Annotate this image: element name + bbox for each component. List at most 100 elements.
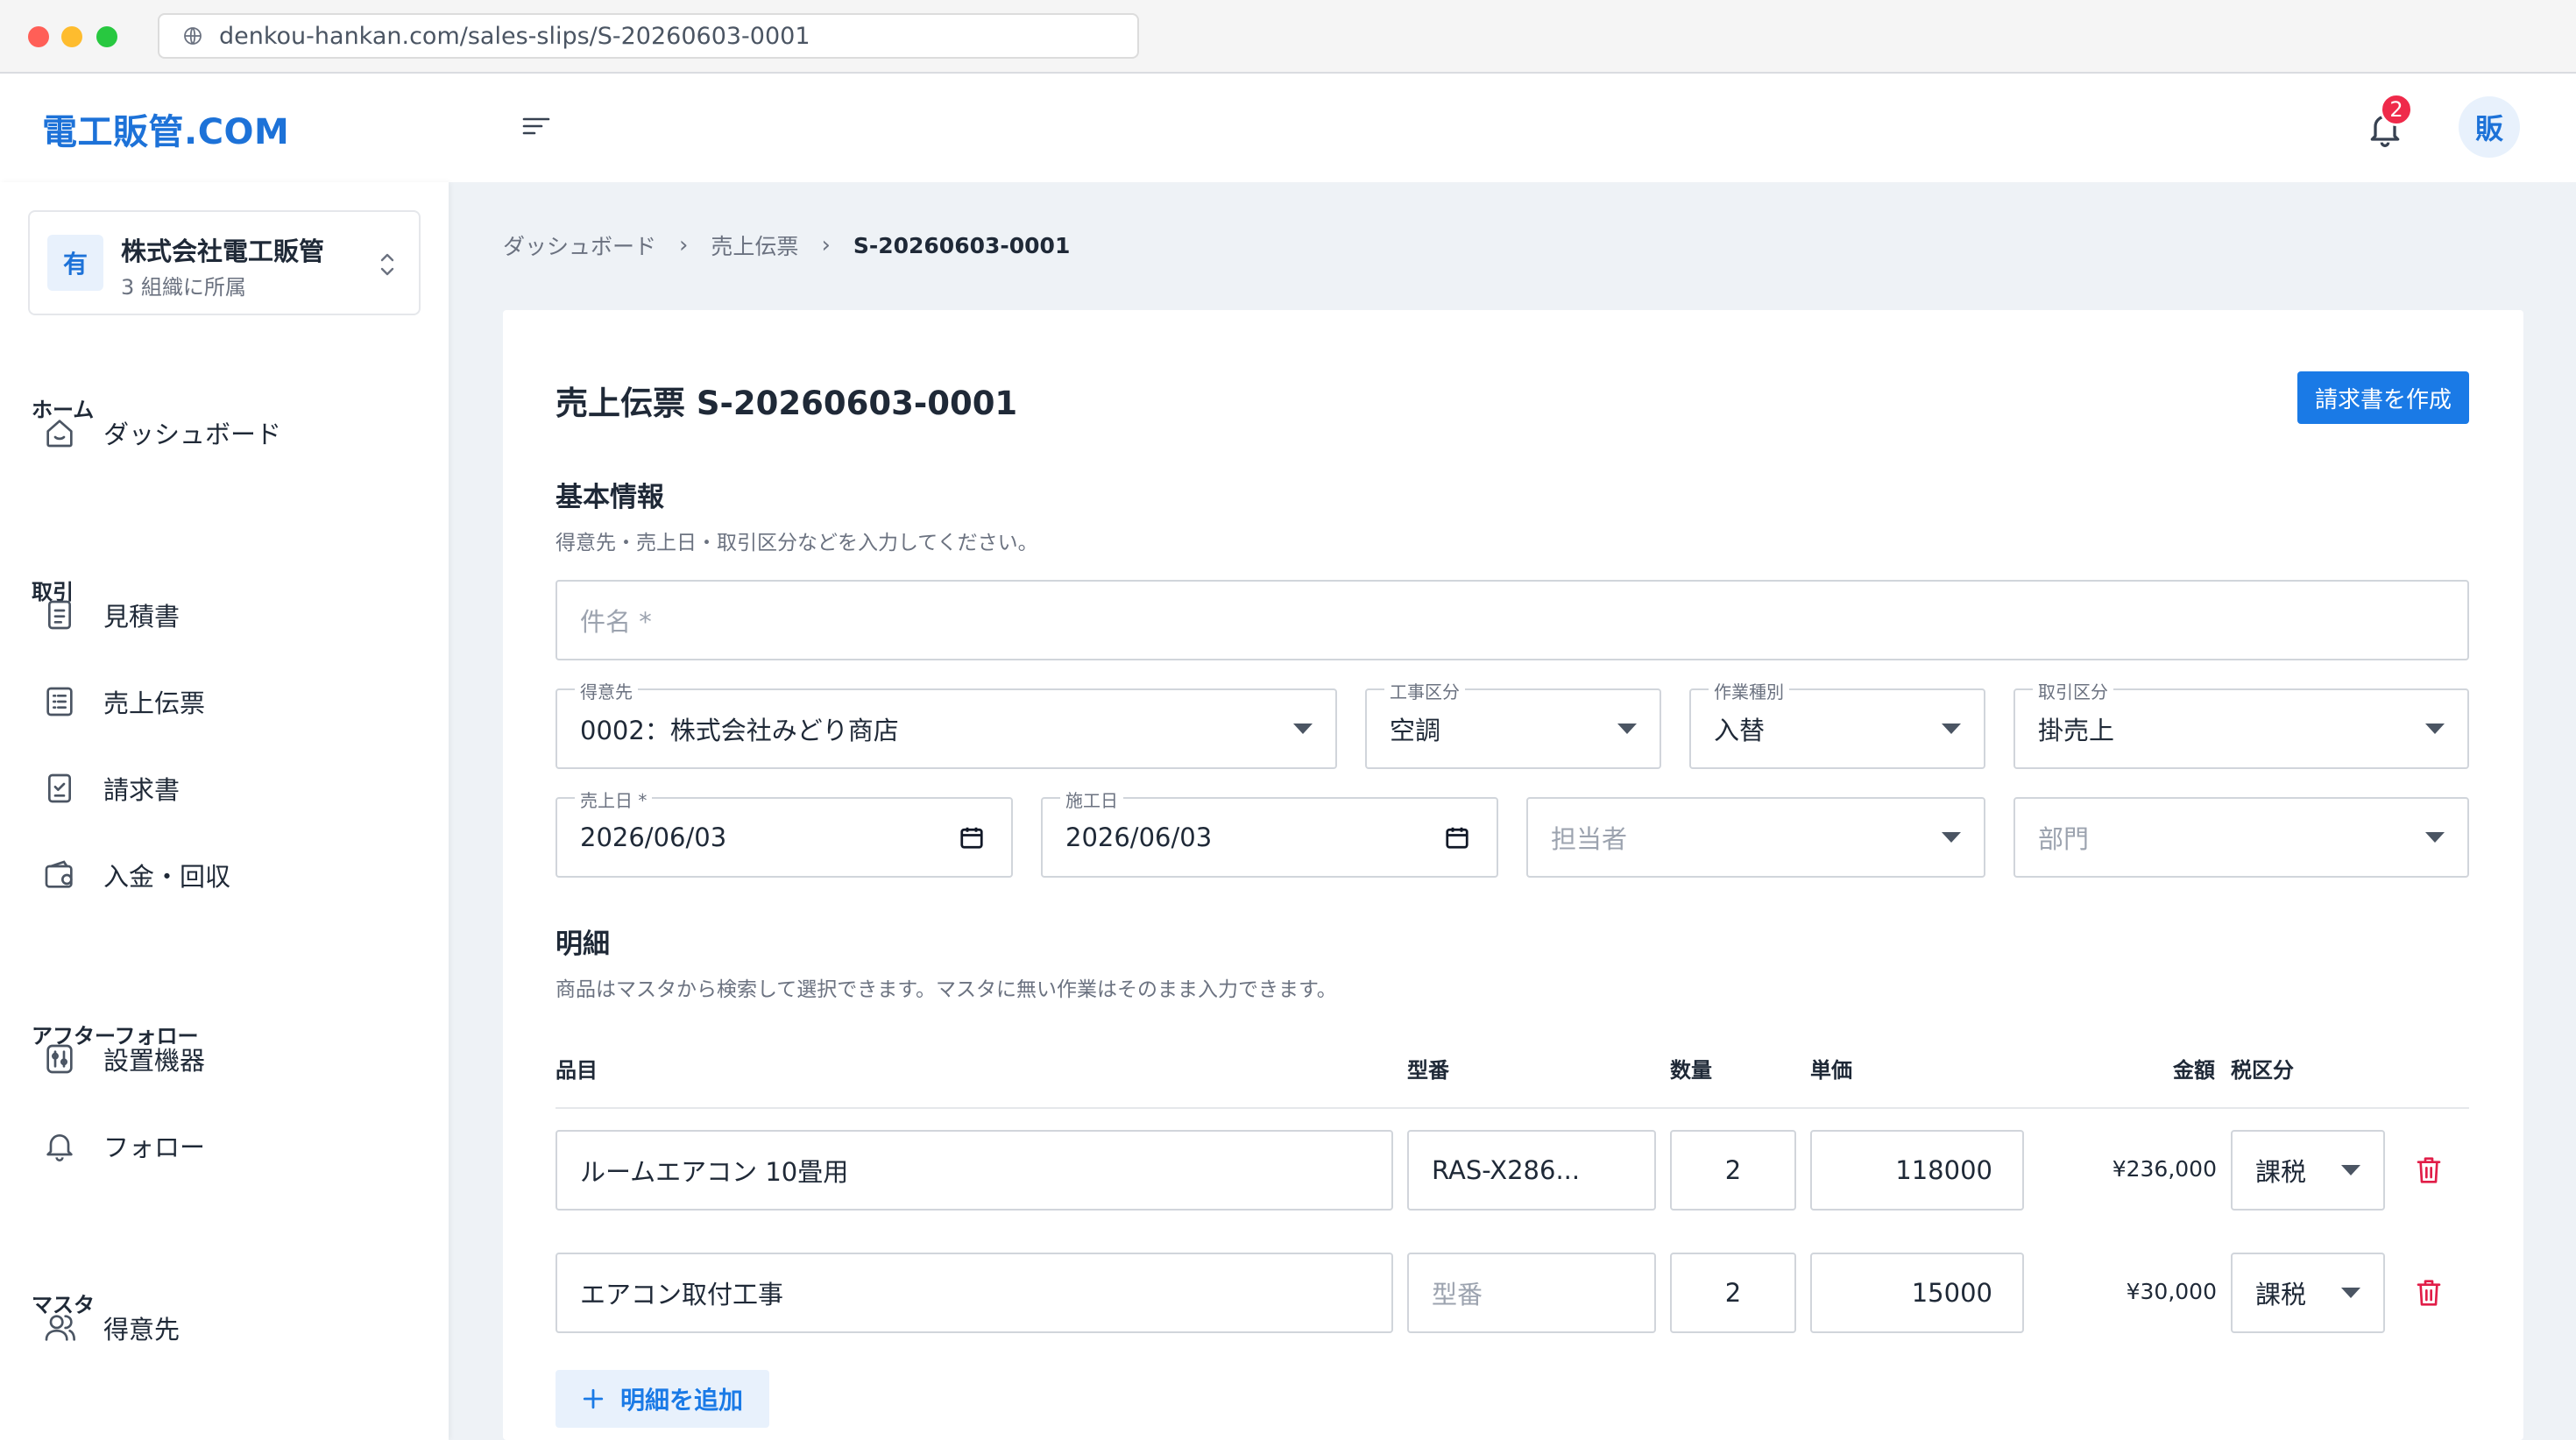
line-item-qty: 2 [1724, 1155, 1742, 1185]
line-item-price-input[interactable]: 118000 [1810, 1130, 2024, 1211]
trade-type-label: 取引区分 [2033, 678, 2113, 703]
work-date-label: 施工日 [1060, 787, 1123, 812]
line-item-model-placeholder: 型番 [1432, 1280, 1483, 1309]
window-minimize-button[interactable] [61, 26, 82, 47]
line-item-tax-select[interactable]: 課税 [2231, 1130, 2385, 1211]
department-select[interactable]: 部門 [2013, 797, 2469, 878]
line-item-tax-select[interactable]: 課税 [2231, 1253, 2385, 1333]
line-item-amount: ¥236,000 [2112, 1156, 2217, 1182]
trade-type-select[interactable]: 取引区分 掛売上 [2013, 678, 2469, 769]
sidebar-item-label: ダッシュボード [103, 420, 282, 449]
sidebar-item-label: 設置機器 [103, 1046, 206, 1076]
line-item-price: 118000 [1895, 1155, 1992, 1185]
line-item-model-input[interactable]: RAS-X286... [1407, 1130, 1656, 1211]
document-icon [48, 600, 71, 630]
construction-type-select[interactable]: 工事区分 空調 [1365, 678, 1661, 769]
equipment-icon [46, 1044, 73, 1074]
sidebar-item-installed-equipment[interactable]: 設置機器 [42, 1028, 410, 1090]
basic-info-title: 基本情報 [556, 482, 664, 513]
line-item-qty-input[interactable]: 2 [1670, 1130, 1796, 1211]
user-avatar[interactable]: 販 [2459, 96, 2520, 158]
sidebar: 有 株式会社電工販管 3 組織に所属 ホーム ダッシュボード 取引 見積書 売上… [0, 182, 449, 1440]
trash-icon[interactable] [2415, 1154, 2443, 1186]
work-type-label: 作業種別 [1709, 678, 1789, 703]
work-type-value: 入替 [1714, 716, 1766, 745]
sidebar-item-label: 入金・回収 [103, 862, 231, 892]
line-item-qty-input[interactable]: 2 [1670, 1253, 1796, 1333]
globe-icon [184, 27, 202, 45]
sidebar-item-sales-slips[interactable]: 売上伝票 [42, 671, 410, 732]
column-header-qty: 数量 [1670, 1058, 1712, 1083]
line-item-name-input[interactable]: エアコン取付工事 [556, 1253, 1393, 1333]
trade-type-value: 掛売上 [2038, 716, 2115, 745]
line-item-qty: 2 [1724, 1278, 1742, 1308]
sales-slip-card: 売上伝票 S-20260603-0001 請求書を作成 基本情報 得意先・売上日… [503, 310, 2523, 1440]
chevron-right-icon: › [821, 232, 831, 258]
plus-icon [583, 1388, 604, 1409]
sales-date-input[interactable]: 売上日 * 2026/06/03 [556, 787, 1013, 878]
caret-down-icon [2425, 724, 2445, 734]
construction-type-value: 空調 [1390, 716, 1441, 745]
subject-input[interactable]: 件名 * [556, 580, 2469, 660]
add-line-item-button[interactable]: 明細を追加 [556, 1370, 769, 1428]
sidebar-item-customers[interactable]: 得意先 [42, 1297, 410, 1359]
breadcrumb-dashboard[interactable]: ダッシュボード [503, 229, 656, 261]
org-mark: 有 [47, 235, 103, 291]
invoice-check-icon [48, 773, 71, 803]
app-logo[interactable]: 電工販管.COM [42, 103, 289, 154]
chevron-right-icon: › [679, 232, 689, 258]
line-item-price-input[interactable]: 15000 [1810, 1253, 2024, 1333]
sidebar-item-dashboard[interactable]: ダッシュボード [42, 402, 410, 463]
breadcrumb-sales-slips[interactable]: 売上伝票 [711, 229, 798, 261]
home-icon [46, 420, 73, 448]
work-date-value: 2026/06/03 [1065, 822, 1213, 852]
caret-down-icon [2341, 1165, 2360, 1175]
line-item-name: ルームエアコン 10畳用 [580, 1157, 849, 1187]
sidebar-item-follow[interactable]: フォロー [42, 1115, 410, 1176]
table-header-divider [556, 1107, 2469, 1109]
customer-select[interactable]: 得意先 0002：株式会社みどり商店 [556, 678, 1337, 769]
sidebar-item-estimates[interactable]: 見積書 [42, 584, 410, 646]
staff-select[interactable]: 担当者 [1526, 797, 1985, 878]
construction-type-label: 工事区分 [1384, 678, 1465, 703]
caret-down-icon [2425, 832, 2445, 843]
add-line-item-label: 明細を追加 [619, 1386, 743, 1415]
url-text: denkou-hankan.com/sales-slips/S-20260603… [219, 22, 810, 50]
create-invoice-button[interactable]: 請求書を作成 [2297, 371, 2469, 424]
calendar-icon[interactable] [1444, 824, 1470, 851]
app-header: 電工販管.COM 2 販 [0, 74, 2576, 182]
window-maximize-button[interactable] [96, 26, 117, 47]
column-header-tax: 税区分 [2231, 1058, 2294, 1083]
line-item-tax: 課税 [2255, 1280, 2307, 1309]
calendar-icon[interactable] [959, 824, 985, 851]
line-item-name-input[interactable]: ルームエアコン 10畳用 [556, 1130, 1393, 1211]
work-date-input[interactable]: 施工日 2026/06/03 [1041, 787, 1498, 878]
caret-down-icon [1942, 832, 1961, 843]
line-item-model: RAS-X286... [1432, 1155, 1581, 1185]
menu-icon[interactable] [520, 112, 552, 140]
department-placeholder: 部門 [2038, 824, 2090, 854]
customer-value: 0002：株式会社みどり商店 [580, 716, 899, 745]
address-bar[interactable]: denkou-hankan.com/sales-slips/S-20260603… [158, 13, 1139, 59]
caret-down-icon [1617, 724, 1637, 734]
work-type-select[interactable]: 作業種別 入替 [1689, 678, 1985, 769]
line-item-price: 15000 [1911, 1278, 1992, 1308]
window-close-button[interactable] [28, 26, 49, 47]
column-header-price: 単価 [1810, 1058, 1852, 1083]
bell-outline-icon [46, 1134, 73, 1161]
sales-date-label: 売上日 * [575, 787, 653, 812]
notification-badge: 2 [2380, 93, 2413, 126]
basic-info-desc: 得意先・売上日・取引区分などを入力してください。 [556, 532, 1038, 554]
org-switcher[interactable]: 有 株式会社電工販管 3 組織に所属 [28, 210, 421, 315]
line-item-model-input[interactable]: 型番 [1407, 1253, 1656, 1333]
sidebar-item-payments[interactable]: 入金・回収 [42, 844, 410, 906]
caret-down-icon [2341, 1288, 2360, 1298]
caret-down-icon [1293, 724, 1313, 734]
subject-placeholder: 件名 * [580, 607, 652, 637]
line-item-amount: ¥30,000 [2126, 1279, 2217, 1304]
browser-chrome: denkou-hankan.com/sales-slips/S-20260603… [0, 0, 2576, 74]
sidebar-item-invoices[interactable]: 請求書 [42, 758, 410, 819]
org-name: 株式会社電工販管 [121, 236, 325, 266]
trash-icon[interactable] [2415, 1277, 2443, 1309]
details-title: 明細 [556, 928, 610, 960]
